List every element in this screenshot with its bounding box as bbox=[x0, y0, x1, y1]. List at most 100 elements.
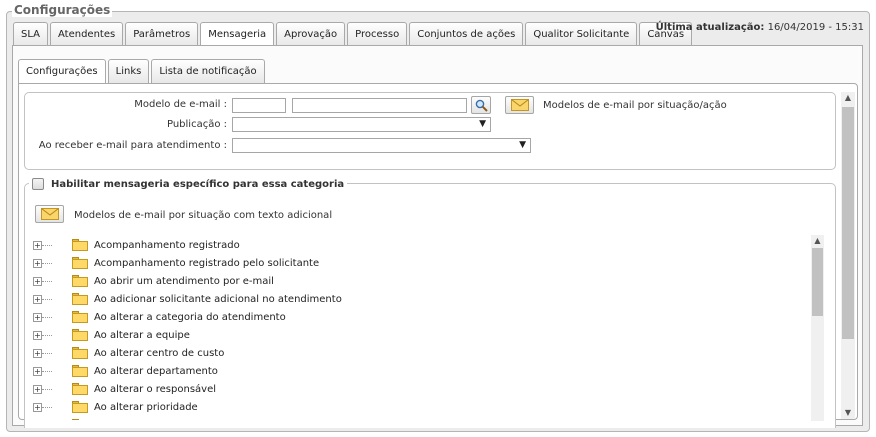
additional-text-models-button[interactable] bbox=[35, 205, 64, 223]
tree-connector bbox=[42, 316, 52, 318]
email-model-code-input[interactable] bbox=[232, 98, 286, 113]
receive-email-label: Ao receber e-mail para atendimento : bbox=[38, 140, 227, 151]
tree-item-label: Acompanhamento registrado bbox=[94, 239, 240, 251]
folder-icon bbox=[72, 329, 88, 341]
tab-qualitor-solicitante[interactable]: Qualitor Solicitante bbox=[525, 22, 638, 46]
expand-icon[interactable]: + bbox=[33, 348, 42, 358]
tab-mensageria[interactable]: Mensageria bbox=[200, 22, 275, 47]
tree-item[interactable]: +Ao alterar solicitante bbox=[32, 416, 812, 420]
folder-icon bbox=[72, 311, 88, 323]
tree-item-label: Ao alterar a equipe bbox=[94, 329, 190, 341]
tree-item-label: Ao alterar o responsável bbox=[94, 383, 217, 395]
panel-scrollbar[interactable]: ▲ ▼ bbox=[841, 92, 855, 419]
expand-icon[interactable]: + bbox=[33, 312, 42, 322]
tab-parametros[interactable]: Parâmetros bbox=[125, 22, 199, 46]
email-models-button[interactable] bbox=[505, 96, 534, 114]
tree-connector bbox=[42, 280, 52, 282]
enable-messaging-checkbox[interactable] bbox=[32, 178, 44, 190]
tree-item-label: Acompanhamento registrado pelo solicitan… bbox=[94, 257, 320, 269]
expand-icon[interactable]: + bbox=[33, 276, 42, 286]
tab-sla[interactable]: SLA bbox=[13, 22, 48, 46]
tree-item-label: Ao alterar prioridade bbox=[94, 401, 198, 413]
additional-text-models-label: Modelos de e-mail por situação com texto… bbox=[74, 210, 333, 221]
subtab-configuracoes[interactable]: Configurações bbox=[18, 59, 106, 84]
chevron-down-icon: ▼ bbox=[479, 119, 486, 129]
tree-connector bbox=[42, 370, 52, 372]
email-settings-box: Modelo de e-mail : Modelos de e-mail por… bbox=[24, 92, 836, 170]
expand-icon[interactable]: + bbox=[33, 294, 42, 304]
email-models-link[interactable]: Modelos de e-mail por situação/ação bbox=[543, 100, 727, 111]
tab-processo[interactable]: Processo bbox=[347, 22, 408, 46]
tree-item-label: Ao alterar centro de custo bbox=[94, 347, 225, 359]
subtab-content-panel: Modelo de e-mail : Modelos de e-mail por… bbox=[18, 83, 858, 428]
scroll-up-icon[interactable]: ▲ bbox=[841, 92, 855, 104]
scroll-down-icon[interactable]: ▼ bbox=[841, 407, 855, 419]
folder-icon bbox=[72, 275, 88, 287]
tree-item-label: Ao adicionar solicitante adicional no at… bbox=[94, 293, 342, 305]
search-button[interactable] bbox=[471, 96, 491, 114]
tree-connector bbox=[42, 334, 52, 336]
tree-scrollbar[interactable]: ▲ bbox=[811, 235, 824, 421]
envelope-icon bbox=[40, 208, 59, 220]
tab-conjuntos-de-acoes[interactable]: Conjuntos de ações bbox=[409, 22, 524, 46]
search-icon bbox=[475, 99, 488, 112]
folder-icon bbox=[72, 257, 88, 269]
expand-icon[interactable]: + bbox=[33, 240, 42, 250]
tree-item[interactable]: + Ao alterar centro de custo bbox=[32, 344, 812, 362]
receive-email-select[interactable]: ▼ bbox=[232, 138, 531, 153]
tree-scroll-thumb[interactable] bbox=[812, 248, 823, 316]
folder-icon bbox=[72, 401, 88, 413]
tree-item[interactable]: + Acompanhamento registrado bbox=[32, 236, 812, 254]
email-model-label: Modelo de e-mail : bbox=[134, 99, 227, 110]
tab-content-panel: Configurações Links Lista de notificação M… bbox=[12, 45, 863, 428]
tree-item[interactable]: + Ao alterar a equipe bbox=[32, 326, 812, 344]
last-update: Última atualização: 16/04/2019 - 15:31 bbox=[656, 22, 864, 33]
scroll-up-icon[interactable]: ▲ bbox=[811, 235, 824, 247]
tree-item[interactable]: + Ao adicionar solicitante adicional no a… bbox=[32, 290, 812, 308]
tree-item-label: Ao alterar a categoria do atendimento bbox=[94, 311, 286, 323]
tree-connector bbox=[42, 298, 52, 300]
subtab-lista-de-notificacao[interactable]: Lista de notificação bbox=[151, 59, 265, 83]
publication-label: Publicação : bbox=[166, 119, 227, 130]
tree-item[interactable]: + Ao alterar prioridade bbox=[32, 398, 812, 416]
folder-icon bbox=[72, 419, 88, 420]
folder-icon bbox=[72, 239, 88, 251]
tree-item[interactable]: + Ao alterar departamento bbox=[32, 362, 812, 380]
tree-connector bbox=[42, 262, 52, 264]
tree-connector bbox=[42, 388, 52, 390]
tab-aprovacao[interactable]: Aprovação bbox=[276, 22, 346, 46]
last-update-value: 16/04/2019 - 15:31 bbox=[767, 22, 864, 33]
messaging-legend: Habilitar mensageria específico para ess… bbox=[29, 177, 348, 191]
last-update-label: Última atualização: bbox=[655, 22, 765, 33]
main-tab-bar: SLA Atendentes Parâmetros Mensageria Aprovaç… bbox=[13, 22, 694, 47]
tab-atendentes[interactable]: Atendentes bbox=[50, 22, 124, 46]
tree-connector bbox=[42, 352, 52, 354]
tree-item-label: Ao abrir um atendimento por e-mail bbox=[94, 275, 274, 287]
expand-icon[interactable]: + bbox=[33, 402, 42, 412]
sub-tab-bar: Configurações Links Lista de notificação bbox=[18, 59, 267, 84]
tree-item[interactable]: + Ao alterar o responsável bbox=[32, 380, 812, 398]
tree-item[interactable]: + Acompanhamento registrado pelo solicita… bbox=[32, 254, 812, 272]
folder-icon bbox=[72, 365, 88, 377]
expand-icon[interactable]: + bbox=[33, 384, 42, 394]
folder-icon bbox=[72, 293, 88, 305]
folder-icon bbox=[72, 383, 88, 395]
tree-item-label: Ao alterar solicitante bbox=[94, 420, 198, 421]
folder-icon bbox=[72, 347, 88, 359]
tree-item-label: Ao alterar departamento bbox=[94, 365, 218, 377]
expand-icon[interactable]: + bbox=[33, 258, 42, 268]
fieldset-legend: Configurações bbox=[12, 3, 113, 17]
panel-scroll-thumb[interactable] bbox=[842, 107, 854, 339]
chevron-down-icon: ▼ bbox=[519, 140, 526, 150]
tree-connector bbox=[42, 406, 52, 408]
publication-select[interactable]: ▼ bbox=[232, 117, 491, 132]
email-model-name-input[interactable] bbox=[292, 98, 467, 113]
tree-item[interactable]: + Ao abrir um atendimento por e-mail bbox=[32, 272, 812, 290]
enable-messaging-label: Habilitar mensageria específico para ess… bbox=[51, 178, 345, 190]
expand-icon[interactable]: + bbox=[33, 366, 42, 376]
envelope-icon bbox=[510, 99, 529, 111]
situation-tree: + Acompanhamento registrado + Acompanhament… bbox=[32, 236, 812, 420]
subtab-links[interactable]: Links bbox=[107, 59, 150, 83]
expand-icon[interactable]: + bbox=[33, 330, 42, 340]
tree-item[interactable]: + Ao alterar a categoria do atendimento bbox=[32, 308, 812, 326]
